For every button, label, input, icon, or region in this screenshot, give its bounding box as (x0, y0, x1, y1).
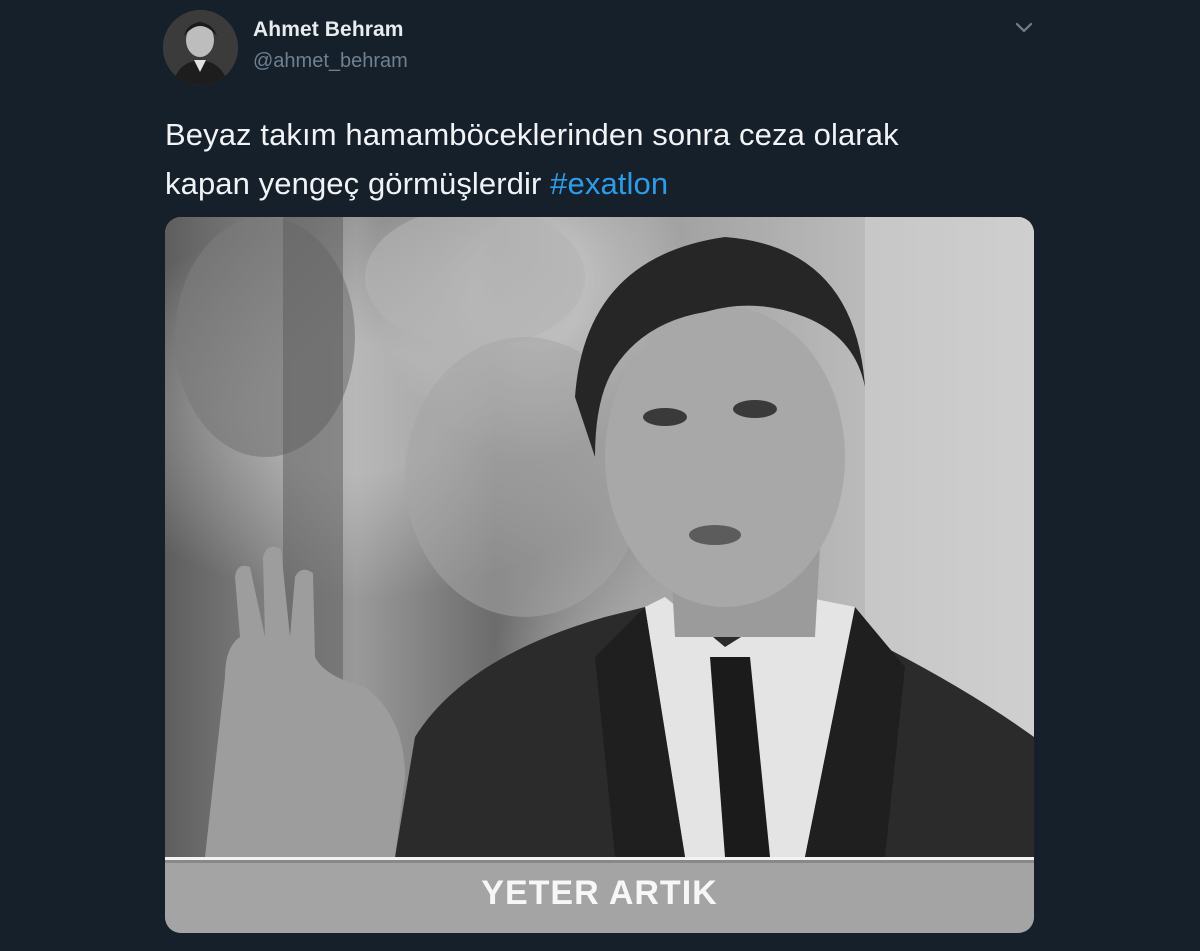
meme-caption-bar: YETER ARTIK (165, 857, 1034, 933)
tweet-media[interactable]: YETER ARTIK (165, 217, 1034, 933)
tweet-text-line-2-body: kapan yengeç görmüşlerdir (165, 166, 542, 201)
photo-illustration (175, 217, 1034, 857)
chevron-down-icon (1015, 22, 1033, 33)
author-handle[interactable]: @ahmet_behram (253, 50, 408, 73)
avatar-image (163, 10, 238, 85)
hashtag-link[interactable]: #exatlon (550, 166, 668, 201)
tweet-text-line-2: kapan yengeç görmüşlerdir #exatlon (165, 159, 1045, 208)
media-photo (165, 217, 1034, 857)
tweet-text-line-1: Beyaz takım hamamböceklerinden sonra cez… (165, 117, 899, 152)
tweet-text: Beyaz takım hamamböceklerinden sonra cez… (165, 110, 1045, 208)
author-name[interactable]: Ahmet Behram (253, 18, 404, 42)
meme-caption: YETER ARTIK (481, 874, 718, 912)
tweet-menu-button[interactable] (1012, 18, 1036, 38)
tweet-card: Ahmet Behram @ahmet_behram Beyaz takım h… (0, 0, 1200, 951)
avatar[interactable] (163, 10, 238, 85)
